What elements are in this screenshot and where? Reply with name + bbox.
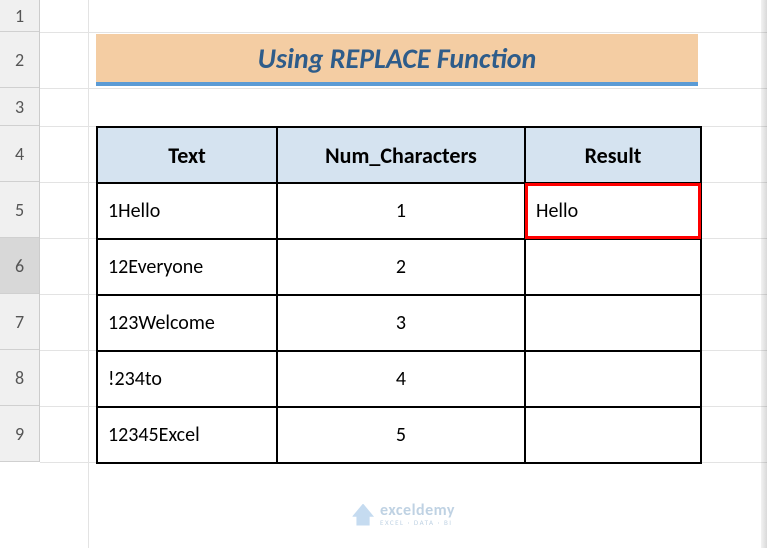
cell-num[interactable]: 2	[277, 239, 525, 295]
cell-result[interactable]	[525, 407, 701, 463]
row-header-9[interactable]: 9	[0, 406, 39, 462]
cell-result-highlighted[interactable]: Hello	[525, 183, 701, 239]
cell-text[interactable]: 12Everyone	[97, 239, 277, 295]
row-header-7[interactable]: 7	[0, 294, 39, 350]
header-text[interactable]: Text	[97, 127, 277, 183]
table-row: 1Hello 1 Hello	[97, 183, 701, 239]
table-row: 12Everyone 2	[97, 239, 701, 295]
row-headers: 1 2 3 4 5 6 7 8 9	[0, 0, 40, 462]
row-header-2[interactable]: 2	[0, 32, 39, 88]
cell-num[interactable]: 5	[277, 407, 525, 463]
cell-result[interactable]	[525, 351, 701, 407]
cell-text[interactable]: !234to	[97, 351, 277, 407]
row-header-5[interactable]: 5	[0, 182, 39, 238]
header-result[interactable]: Result	[525, 127, 701, 183]
cell-text[interactable]: 12345Excel	[97, 407, 277, 463]
spreadsheet-grid[interactable]: Using REPLACE Function Text Num_Characte…	[40, 0, 767, 548]
watermark-tagline: EXCEL · DATA · BI	[380, 519, 455, 526]
table-row: 123Welcome 3	[97, 295, 701, 351]
cell-text[interactable]: 123Welcome	[97, 295, 277, 351]
cell-num[interactable]: 3	[277, 295, 525, 351]
row-header-4[interactable]: 4	[0, 126, 39, 182]
cell-result[interactable]	[525, 295, 701, 351]
table-row: 12345Excel 5	[97, 407, 701, 463]
watermark: exceldemy EXCEL · DATA · BI	[352, 503, 455, 526]
exceldemy-logo-icon	[352, 504, 374, 526]
row-header-1[interactable]: 1	[0, 0, 39, 32]
header-row: Text Num_Characters Result	[97, 127, 701, 183]
cell-result[interactable]	[525, 239, 701, 295]
row-header-3[interactable]: 3	[0, 88, 39, 126]
right-edge-shadow	[761, 0, 767, 548]
cell-text[interactable]: 1Hello	[97, 183, 277, 239]
row-header-8[interactable]: 8	[0, 350, 39, 406]
title-banner: Using REPLACE Function	[96, 34, 698, 86]
cell-num[interactable]: 1	[277, 183, 525, 239]
data-table: Text Num_Characters Result 1Hello 1 Hell…	[96, 126, 702, 464]
watermark-brand: exceldemy	[380, 503, 455, 519]
header-num[interactable]: Num_Characters	[277, 127, 525, 183]
cell-num[interactable]: 4	[277, 351, 525, 407]
row-header-6[interactable]: 6	[0, 238, 39, 294]
table-row: !234to 4	[97, 351, 701, 407]
